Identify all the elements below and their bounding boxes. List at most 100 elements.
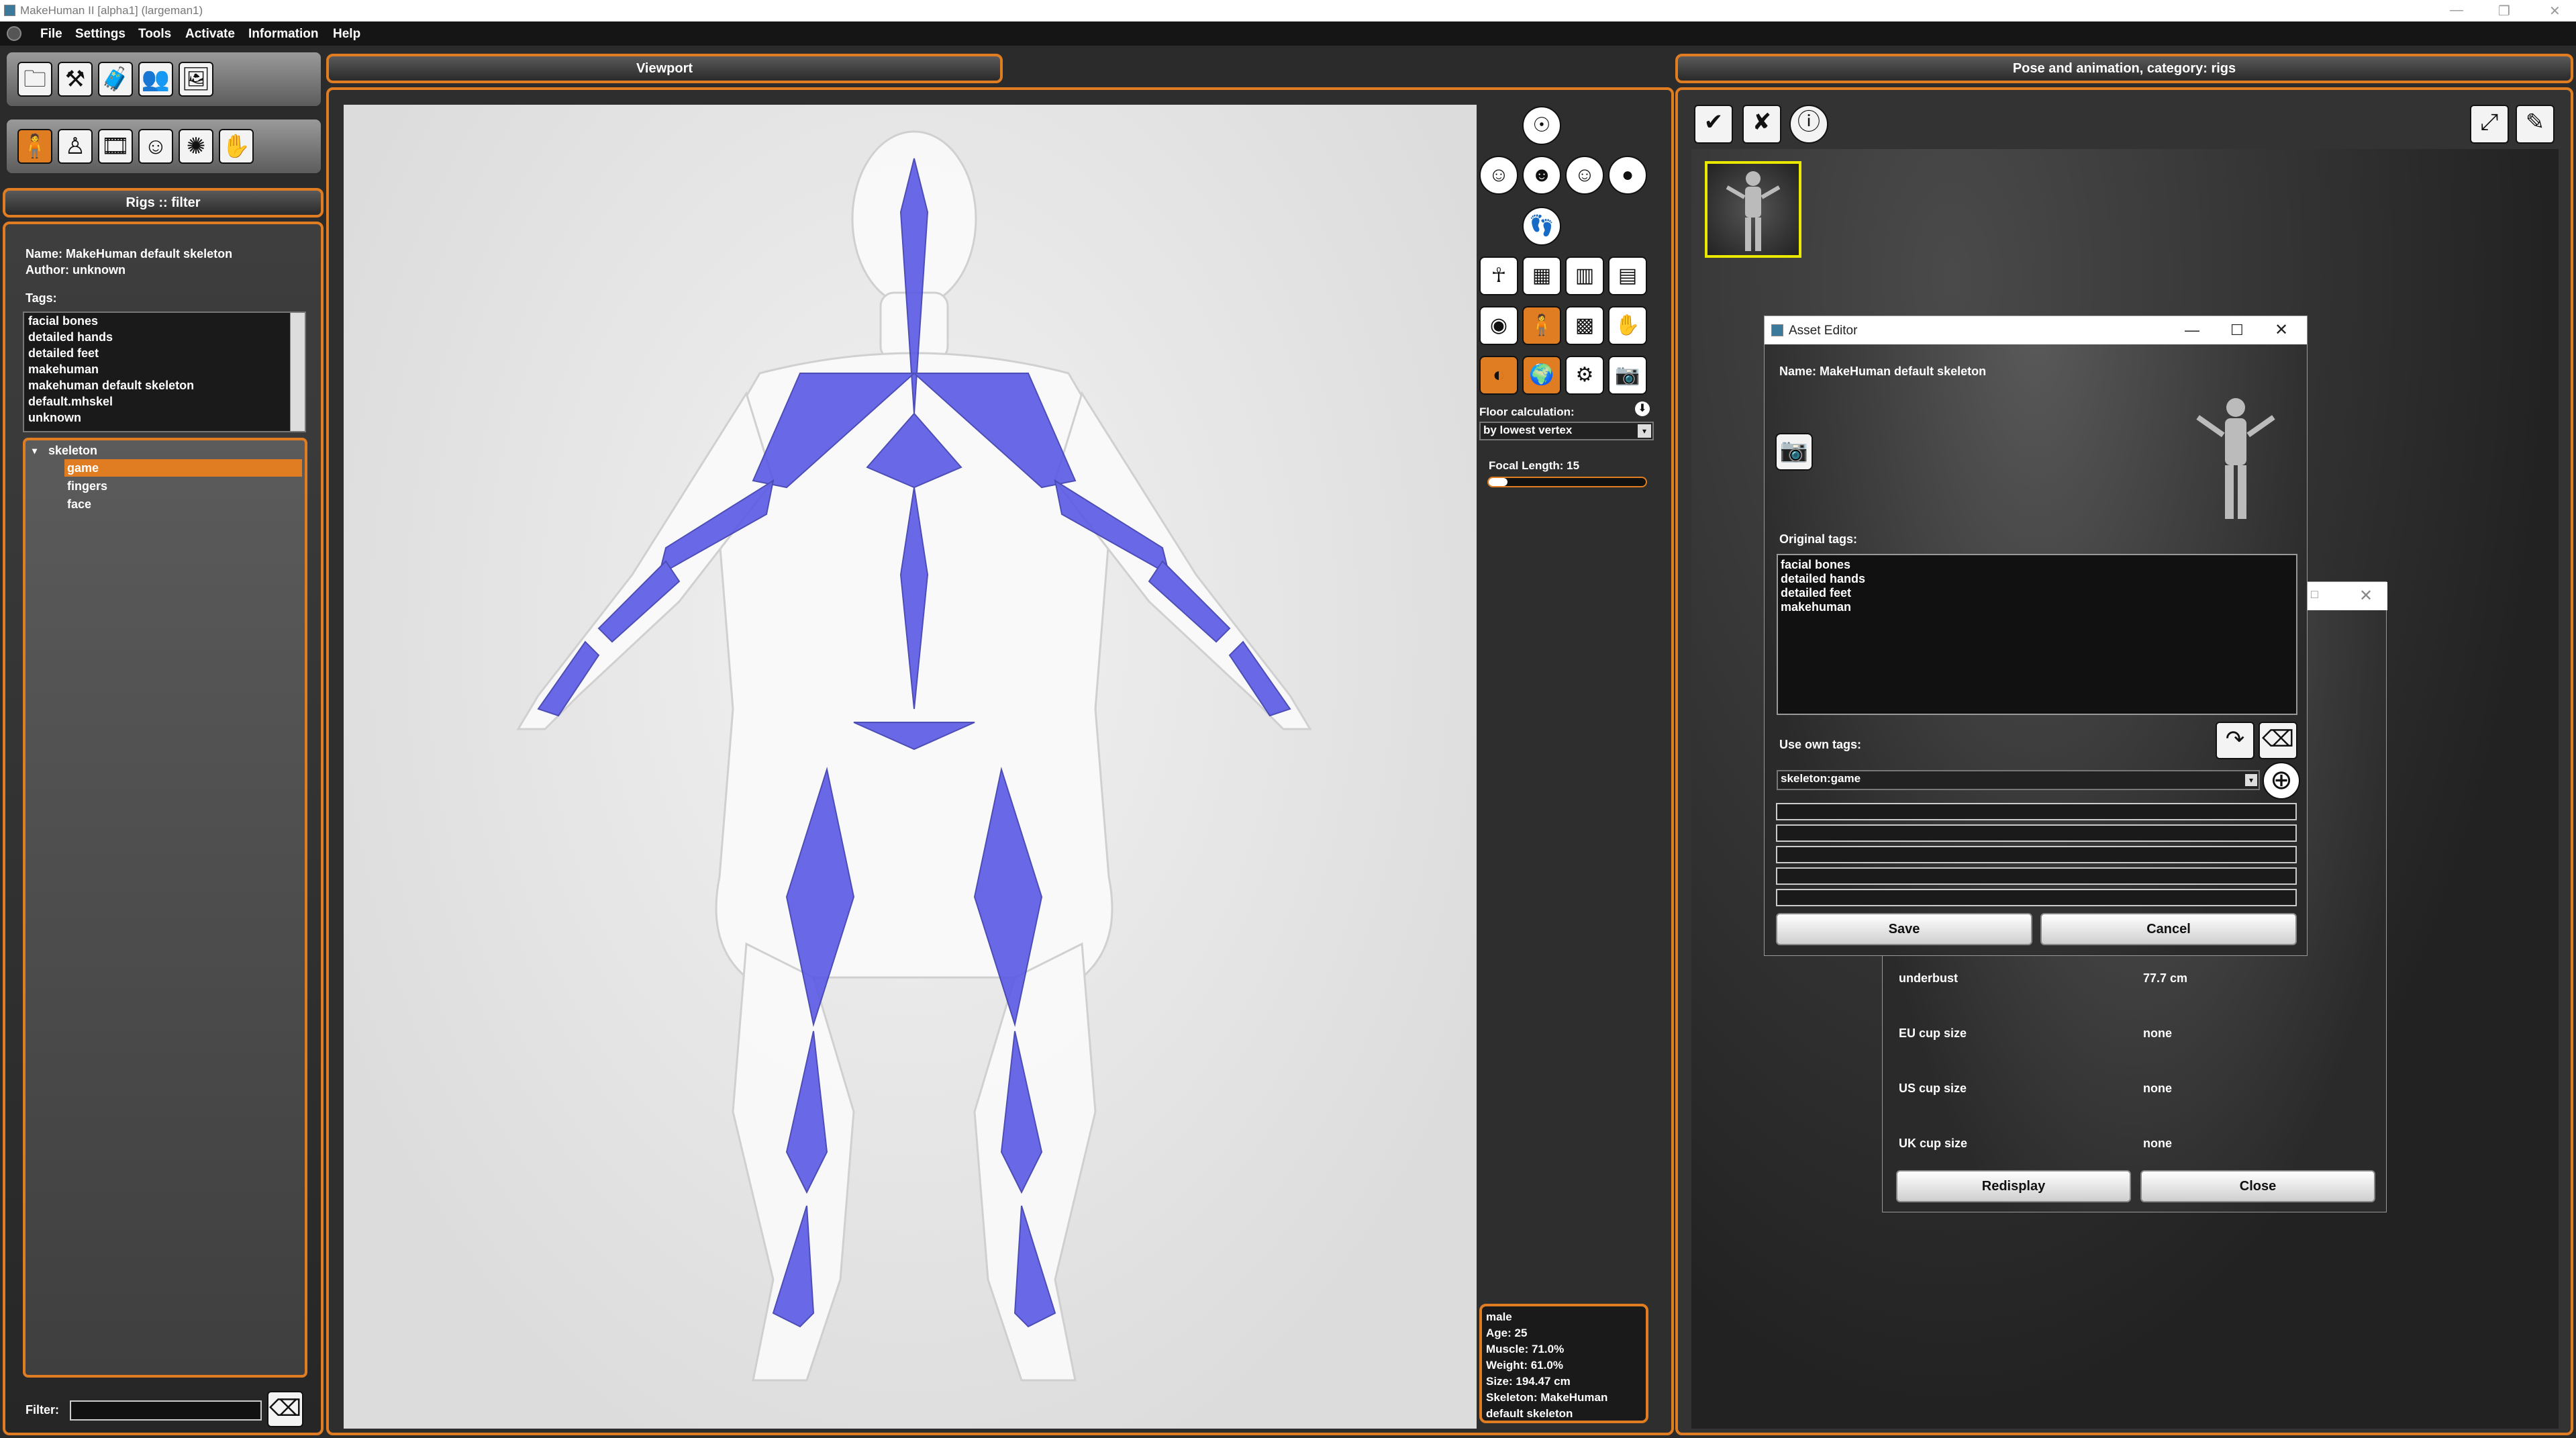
save-button[interactable]: Save xyxy=(1776,913,2032,945)
grid-floor-icon[interactable]: ▤ xyxy=(1608,256,1647,295)
own-tag-field-4[interactable] xyxy=(1776,867,2297,885)
tools-icon[interactable]: ⚒ xyxy=(58,62,93,97)
own-tag-field-5[interactable] xyxy=(1776,889,2297,906)
3d-viewport[interactable] xyxy=(344,105,1477,1429)
tree-node-fingers[interactable]: fingers xyxy=(67,477,107,495)
pose-animation-header: Pose and animation, category: rigs xyxy=(1675,54,2573,83)
tags-scrollbar[interactable] xyxy=(290,313,305,431)
eye-icon[interactable]: ◉ xyxy=(1479,306,1518,345)
own-tag-select[interactable]: skeleton:game xyxy=(1777,770,2260,790)
redo-icon[interactable]: ↷ xyxy=(2216,722,2255,759)
broom-icon[interactable]: ⌫ xyxy=(2259,722,2297,759)
skeleton-view-icon[interactable]: ☥ xyxy=(1479,256,1518,295)
edit-icon[interactable]: ✎ xyxy=(2516,105,2555,144)
tree-node-skeleton[interactable]: skeleton xyxy=(48,442,97,459)
tree-node-face[interactable]: face xyxy=(67,495,91,513)
luggage-icon[interactable]: 🧳 xyxy=(98,62,133,97)
tags-list[interactable]: facial bones detailed hands detailed fee… xyxy=(23,311,306,432)
list-item[interactable]: makehuman xyxy=(24,361,305,377)
own-tag-field-3[interactable] xyxy=(1776,846,2297,863)
main-toolbar: 🗀 ⚒ 🧳 👥 🖼 xyxy=(5,51,322,107)
skeleton-thumbnail-icon xyxy=(1726,171,1781,251)
download-icon[interactable]: ⬇ xyxy=(1635,401,1650,416)
head-right-icon[interactable]: ☺ xyxy=(1565,156,1604,195)
folder-icon[interactable]: 🗀 xyxy=(17,62,52,97)
info-icon[interactable]: ⓘ xyxy=(1789,105,1828,144)
menu-help[interactable]: Help xyxy=(333,27,360,42)
close-icon[interactable]: ✕ xyxy=(2359,586,2373,606)
figure-icon[interactable]: ♙ xyxy=(58,129,93,164)
filter-input[interactable] xyxy=(70,1400,262,1421)
makehuman-logo-icon xyxy=(7,26,21,41)
body-view-icon[interactable]: 🧍 xyxy=(1522,306,1561,345)
restore-button[interactable]: ❐ xyxy=(2498,3,2510,19)
close-button[interactable]: Close xyxy=(2140,1170,2375,1202)
list-item[interactable]: facial bones xyxy=(24,313,305,329)
own-tag-field-1[interactable] xyxy=(1776,803,2297,820)
measure-dialog-title: □ ✕ xyxy=(2307,582,2387,610)
app-icon xyxy=(1771,324,1783,336)
list-item[interactable]: makehuman default skeleton xyxy=(24,377,305,393)
globe-icon[interactable]: 🌍 xyxy=(1522,356,1561,395)
muscle-icon[interactable]: ✋ xyxy=(1608,306,1647,345)
menu-file[interactable]: File xyxy=(40,27,62,42)
menu-information[interactable]: Information xyxy=(248,27,319,42)
close-window-button[interactable]: ✕ xyxy=(2549,3,2561,19)
gear-icon[interactable]: ⚙ xyxy=(1565,356,1604,395)
cancel-x-icon[interactable]: ✘ xyxy=(1742,105,1781,144)
people-icon[interactable]: 👥 xyxy=(138,62,173,97)
info-skeleton: Skeleton: MakeHuman xyxy=(1486,1391,1608,1404)
rig-thumbnail[interactable] xyxy=(1705,161,1801,258)
head-left-icon[interactable]: ☺ xyxy=(1479,156,1518,195)
menu-bar: File Settings Tools Activate Information… xyxy=(0,21,2576,46)
list-item[interactable]: default.mhskel xyxy=(24,393,305,410)
wireframe-icon[interactable]: ▩ xyxy=(1565,306,1604,345)
info-gender: male xyxy=(1486,1310,1512,1323)
own-tag-field-2[interactable] xyxy=(1776,824,2297,842)
floor-calc-select[interactable]: by lowest vertex xyxy=(1479,422,1654,440)
grid-icon[interactable]: ▦ xyxy=(1522,256,1561,295)
camera-icon[interactable]: 📷 xyxy=(1608,356,1647,395)
left-panel: Name: MakeHuman default skeleton Author:… xyxy=(3,222,324,1435)
menu-tools[interactable]: Tools xyxy=(138,27,171,42)
cancel-button[interactable]: Cancel xyxy=(2040,913,2297,945)
head-back-icon[interactable]: ● xyxy=(1608,156,1647,195)
list-item: detailed feet xyxy=(1781,586,1852,600)
symmetry-icon[interactable]: ◐ xyxy=(1479,356,1518,395)
maximize-icon[interactable]: ☐ xyxy=(2230,322,2244,339)
uk-cup-value: none xyxy=(2143,1137,2172,1150)
list-item[interactable]: detailed hands xyxy=(24,329,305,345)
feet-icon[interactable]: 👣 xyxy=(1522,207,1561,246)
body-icon[interactable]: 🧍 xyxy=(17,129,52,164)
tree-expand-icon[interactable]: ▾ xyxy=(32,442,37,459)
broom-icon[interactable]: ⌫ xyxy=(267,1391,303,1427)
close-icon[interactable]: ✕ xyxy=(2275,320,2288,340)
tree-node-game[interactable]: game xyxy=(64,459,302,477)
checkmark-icon[interactable]: ✔ xyxy=(1694,105,1733,144)
head-front-icon[interactable]: ☻ xyxy=(1522,156,1561,195)
maximize-icon[interactable]: □ xyxy=(2311,587,2318,602)
chevron-down-icon[interactable]: ▾ xyxy=(1638,424,1651,438)
list-item[interactable]: unknown xyxy=(24,410,305,426)
mask-icon[interactable]: ☺ xyxy=(138,129,173,164)
redisplay-button[interactable]: Redisplay xyxy=(1896,1170,2131,1202)
tag-tree: ▾ skeleton game fingers face xyxy=(23,438,307,1378)
menu-activate[interactable]: Activate xyxy=(185,27,235,42)
image-icon[interactable]: 🖼 xyxy=(179,62,213,97)
add-tag-icon[interactable]: ⊕ xyxy=(2263,762,2300,800)
chevron-down-icon[interactable]: ▾ xyxy=(2245,774,2257,786)
minimize-button[interactable]: — xyxy=(2450,3,2463,18)
camera-icon[interactable]: 📷 xyxy=(1775,433,1813,471)
original-tags-box[interactable]: facial bones detailed hands detailed fee… xyxy=(1777,554,2297,715)
pose-icon[interactable]: ✋ xyxy=(219,129,254,164)
fullscreen-icon[interactable]: ⤢ xyxy=(2470,105,2509,144)
asset-name: Name: MakeHuman default skeleton xyxy=(1779,365,1987,378)
film-icon[interactable]: 🎞 xyxy=(98,129,133,164)
menu-settings[interactable]: Settings xyxy=(75,27,126,42)
grid-side-icon[interactable]: ▥ xyxy=(1565,256,1604,295)
brain-icon[interactable]: ✺ xyxy=(179,129,213,164)
minimize-icon[interactable]: — xyxy=(2185,322,2199,339)
face-cam-icon[interactable]: ☉ xyxy=(1522,106,1561,145)
list-item[interactable]: detailed feet xyxy=(24,345,305,361)
focal-length-slider[interactable] xyxy=(1487,477,1647,487)
